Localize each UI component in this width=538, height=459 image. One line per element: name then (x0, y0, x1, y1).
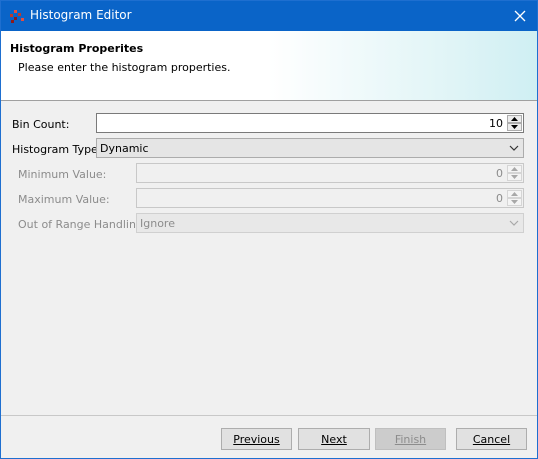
header-banner: Histogram Properites Please enter the hi… (1, 31, 537, 101)
title-bar: Histogram Editor (1, 1, 537, 31)
next-button[interactable]: Next (298, 428, 370, 450)
spin-down-icon (511, 125, 518, 129)
page-subtitle: Please enter the histogram properties. (18, 61, 231, 74)
footer-divider (1, 415, 537, 416)
window-title: Histogram Editor (30, 8, 132, 22)
close-icon (514, 10, 526, 22)
minimum-value-label: Minimum Value: (18, 168, 107, 181)
finish-button[interactable]: Finish (375, 428, 446, 450)
previous-button[interactable]: Previous (221, 428, 292, 450)
out-of-range-label: Out of Range Handling: (18, 218, 147, 231)
spin-down-icon (511, 175, 518, 179)
maximum-value-decrement-button[interactable] (507, 198, 522, 206)
histogram-type-dropdown[interactable]: Dynamic (96, 138, 524, 158)
spin-up-icon (511, 167, 518, 171)
bin-count-value: 10 (489, 117, 503, 130)
cancel-button[interactable]: Cancel (456, 428, 527, 450)
maximum-value-label: Maximum Value: (18, 193, 110, 206)
minimum-value-increment-button[interactable] (507, 165, 522, 173)
maximum-value-spinner[interactable]: 0 (136, 188, 524, 208)
minimum-value-spinner[interactable]: 0 (136, 163, 524, 183)
spin-up-icon (511, 117, 518, 121)
out-of-range-value: Ignore (140, 217, 175, 230)
spin-up-icon (511, 192, 518, 196)
minimum-value-value: 0 (496, 167, 503, 180)
chevron-down-icon (509, 220, 519, 226)
histogram-type-value: Dynamic (100, 142, 149, 155)
close-button[interactable] (503, 1, 537, 31)
bin-count-decrement-button[interactable] (507, 123, 522, 131)
histogram-editor-window: Histogram Editor Histogram Properites Pl… (0, 0, 538, 459)
bin-count-spinner[interactable]: 10 (96, 113, 524, 133)
histogram-type-label: Histogram Type: (12, 143, 102, 156)
finish-button-label: Finish (394, 432, 427, 446)
bin-count-increment-button[interactable] (507, 115, 522, 123)
out-of-range-dropdown[interactable]: Ignore (136, 213, 524, 233)
next-button-label: Next (321, 432, 347, 446)
chevron-down-icon (509, 145, 519, 151)
maximum-value-increment-button[interactable] (507, 190, 522, 198)
page-title: Histogram Properites (10, 42, 144, 55)
histogram-app-icon (10, 10, 24, 23)
maximum-value-value: 0 (496, 192, 503, 205)
cancel-button-label: Cancel (472, 432, 511, 446)
minimum-value-decrement-button[interactable] (507, 173, 522, 181)
previous-button-label: Previous (233, 432, 280, 446)
bin-count-label: Bin Count: (12, 118, 70, 131)
spin-down-icon (511, 200, 518, 204)
